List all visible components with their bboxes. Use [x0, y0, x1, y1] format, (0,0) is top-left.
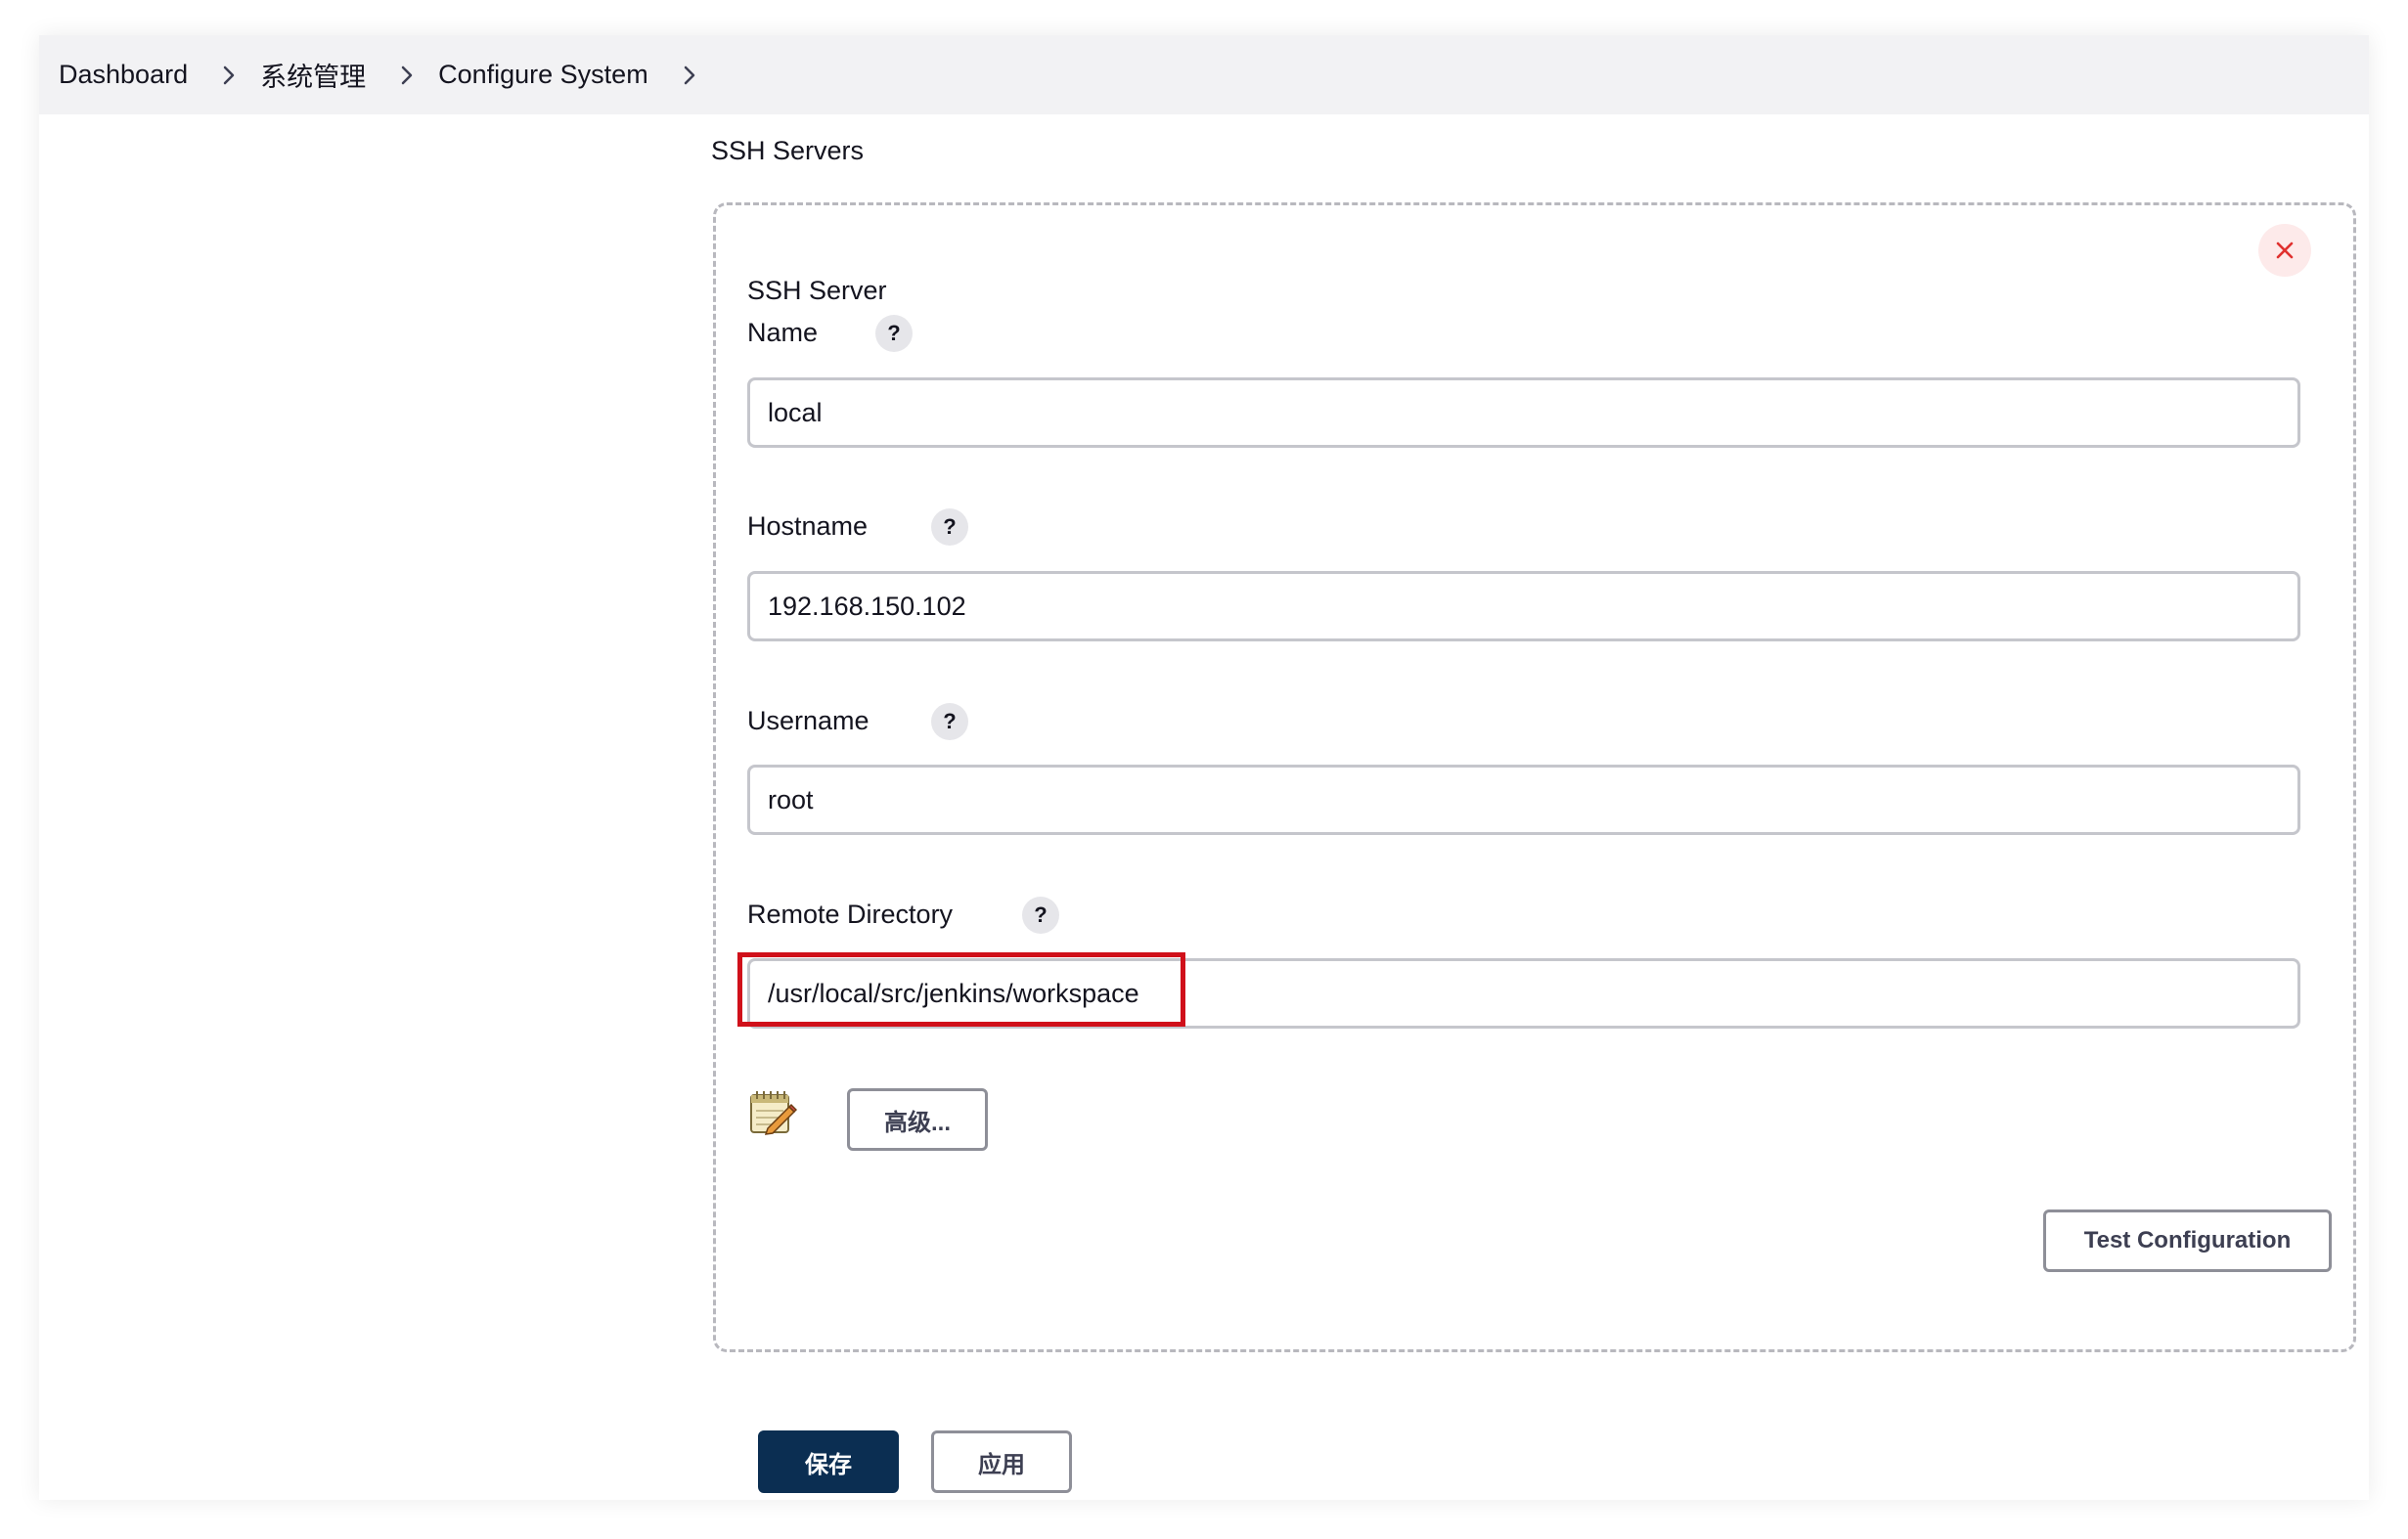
- hostname-label: Hostname: [747, 511, 869, 541]
- breadcrumb-dashboard[interactable]: Dashboard: [59, 60, 188, 90]
- save-button[interactable]: 保存: [758, 1430, 899, 1493]
- remote-directory-field[interactable]: [747, 958, 2300, 1029]
- remove-server-button[interactable]: [2258, 224, 2311, 277]
- close-icon: [2276, 242, 2294, 259]
- breadcrumb-configure-system[interactable]: Configure System: [438, 60, 648, 90]
- name-label: Name: [747, 318, 819, 347]
- form-footer: [39, 1402, 2369, 1500]
- advanced-button[interactable]: 高级...: [847, 1088, 988, 1151]
- test-configuration-button[interactable]: Test Configuration: [2043, 1209, 2332, 1272]
- apply-button[interactable]: 应用: [931, 1430, 1072, 1493]
- help-icon[interactable]: ?: [1022, 897, 1059, 934]
- breadcrumb-manage[interactable]: 系统管理: [260, 56, 366, 94]
- username-label: Username: [747, 706, 870, 735]
- breadcrumb: Dashboard 系统管理 Configure System: [39, 35, 2369, 114]
- chevron-right-icon[interactable]: [670, 56, 709, 95]
- help-icon[interactable]: ?: [931, 703, 968, 740]
- chevron-right-icon[interactable]: [209, 56, 248, 95]
- section-title: SSH Servers: [711, 136, 865, 165]
- name-field[interactable]: [747, 377, 2300, 448]
- help-icon[interactable]: ?: [931, 508, 968, 546]
- hostname-field[interactable]: [747, 571, 2300, 641]
- help-icon[interactable]: ?: [875, 315, 913, 352]
- notepad-icon[interactable]: [746, 1087, 797, 1138]
- remote-directory-label: Remote Directory: [747, 900, 954, 929]
- server-heading: SSH Server: [747, 276, 887, 305]
- username-field[interactable]: [747, 765, 2300, 835]
- chevron-right-icon[interactable]: [387, 56, 426, 95]
